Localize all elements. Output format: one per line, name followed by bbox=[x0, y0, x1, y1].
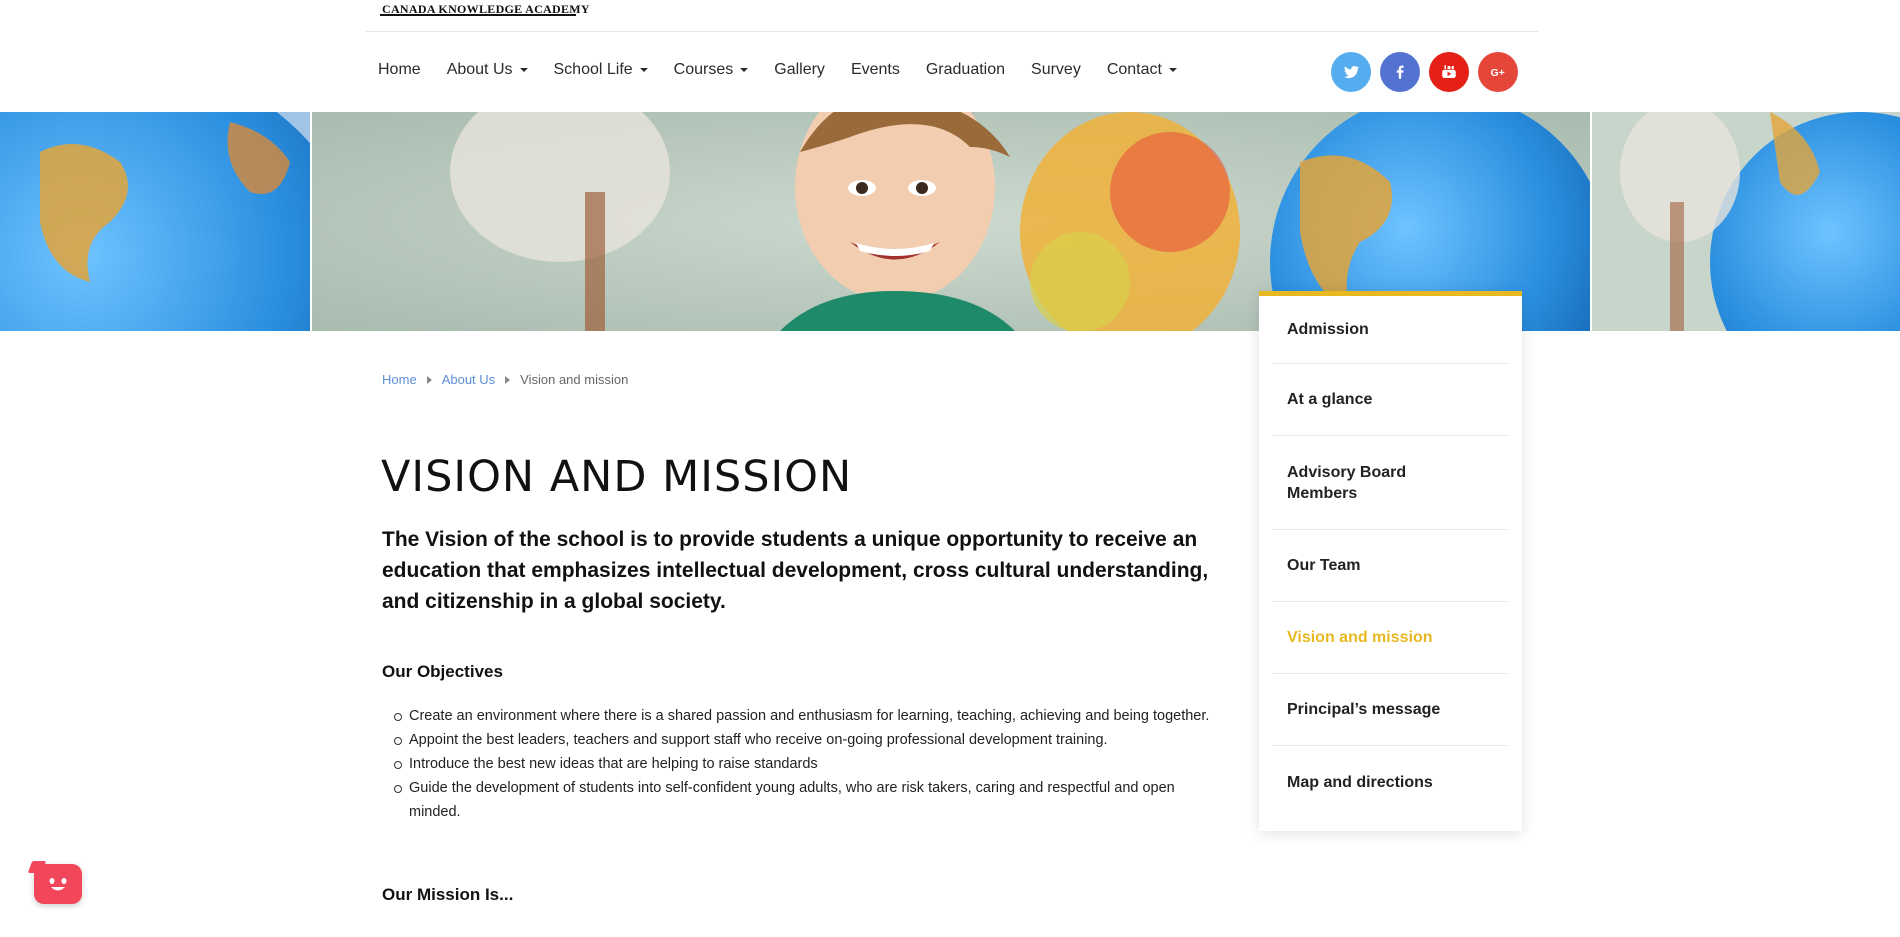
chat-bot-button[interactable] bbox=[34, 864, 82, 904]
objectives-list: Create an environment where there is a s… bbox=[382, 704, 1222, 824]
caret-down-icon bbox=[639, 68, 648, 72]
sidebar-item-admission[interactable]: Admission bbox=[1273, 296, 1508, 364]
list-item: Create an environment where there is a s… bbox=[382, 704, 1222, 728]
nav-label: About Us bbox=[446, 61, 513, 78]
nav-label: Home bbox=[378, 61, 421, 78]
page-title: VISION AND MISSION bbox=[381, 452, 853, 502]
sidebar-item-at-a-glance[interactable]: At a glance bbox=[1273, 364, 1508, 436]
nav-school-life[interactable]: School Life bbox=[541, 61, 661, 79]
hero-banner bbox=[0, 112, 1900, 331]
caret-down-icon bbox=[1168, 68, 1177, 72]
sidebar-item-map-directions[interactable]: Map and directions bbox=[1273, 746, 1508, 818]
sidebar-item-label: Our Team bbox=[1287, 557, 1361, 574]
vision-statement: The Vision of the school is to provide s… bbox=[382, 528, 1209, 613]
sidebar-item-our-team[interactable]: Our Team bbox=[1273, 530, 1508, 602]
nav-gallery[interactable]: Gallery bbox=[761, 61, 838, 79]
nav-label: School Life bbox=[553, 61, 633, 78]
logo-bar: CANADA KNOWLEDGE ACADEMY bbox=[366, 0, 1538, 32]
twitter-icon[interactable] bbox=[1331, 52, 1371, 92]
nav-contact[interactable]: Contact bbox=[1094, 61, 1190, 79]
nav-label: Graduation bbox=[925, 61, 1006, 78]
sidebar-item-label: Principal’s message bbox=[1287, 701, 1441, 718]
facebook-icon[interactable] bbox=[1380, 52, 1420, 92]
site-logo[interactable]: CANADA KNOWLEDGE ACADEMY bbox=[382, 2, 590, 17]
caret-down-icon bbox=[519, 68, 528, 72]
nav-label: Gallery bbox=[774, 61, 825, 78]
nav-label: Events bbox=[850, 61, 900, 78]
google-plus-icon[interactable]: G+ bbox=[1478, 52, 1518, 92]
nav-about-us[interactable]: About Us bbox=[434, 61, 541, 79]
sidebar-item-label: Map and directions bbox=[1287, 773, 1433, 791]
svg-text:G+: G+ bbox=[1491, 67, 1505, 79]
nav-home[interactable]: Home bbox=[366, 61, 434, 79]
sidebar-item-advisory-board[interactable]: Advisory Board Members bbox=[1273, 436, 1508, 530]
sidebar-item-label: Vision and mission bbox=[1287, 629, 1433, 646]
sidebar-item-label: Advisory Board Members bbox=[1287, 463, 1407, 502]
list-item: Introduce the best new ideas that are he… bbox=[382, 752, 1222, 776]
caret-right-icon bbox=[426, 375, 432, 384]
objectives-heading: Our Objectives bbox=[382, 662, 503, 681]
about-sidebar: Admission At a glance Advisory Board Mem… bbox=[1259, 291, 1522, 831]
sidebar-item-vision-mission[interactable]: Vision and mission bbox=[1273, 602, 1508, 674]
nav-survey[interactable]: Survey bbox=[1018, 61, 1094, 79]
main-nav: Home About Us School Life Courses Galler… bbox=[366, 52, 1190, 88]
breadcrumb-current: Vision and mission bbox=[520, 372, 629, 387]
social-links: G+ bbox=[1331, 52, 1518, 92]
breadcrumb: Home About Us Vision and mission bbox=[382, 372, 628, 387]
list-item: Guide the development of students into s… bbox=[382, 776, 1222, 824]
nav-label: Survey bbox=[1031, 61, 1081, 78]
sidebar-item-principals-message[interactable]: Principal’s message bbox=[1273, 674, 1508, 746]
nav-label: Contact bbox=[1106, 61, 1162, 78]
breadcrumb-home[interactable]: Home bbox=[382, 372, 417, 387]
nav-label: Courses bbox=[673, 61, 734, 78]
list-item: Appoint the best leaders, teachers and s… bbox=[382, 728, 1222, 752]
sidebar-item-label: At a glance bbox=[1287, 391, 1373, 408]
breadcrumb-about-us[interactable]: About Us bbox=[442, 372, 495, 387]
mission-heading: Our Mission Is... bbox=[382, 885, 514, 904]
nav-events[interactable]: Events bbox=[838, 61, 913, 79]
nav-graduation[interactable]: Graduation bbox=[913, 61, 1018, 79]
chat-bot-icon bbox=[49, 878, 67, 891]
sidebar-item-label: Admission bbox=[1287, 321, 1369, 338]
youtube-icon[interactable] bbox=[1429, 52, 1469, 92]
caret-down-icon bbox=[740, 68, 749, 72]
hero-image bbox=[0, 112, 1900, 331]
caret-right-icon bbox=[505, 375, 511, 384]
nav-courses[interactable]: Courses bbox=[661, 61, 762, 79]
